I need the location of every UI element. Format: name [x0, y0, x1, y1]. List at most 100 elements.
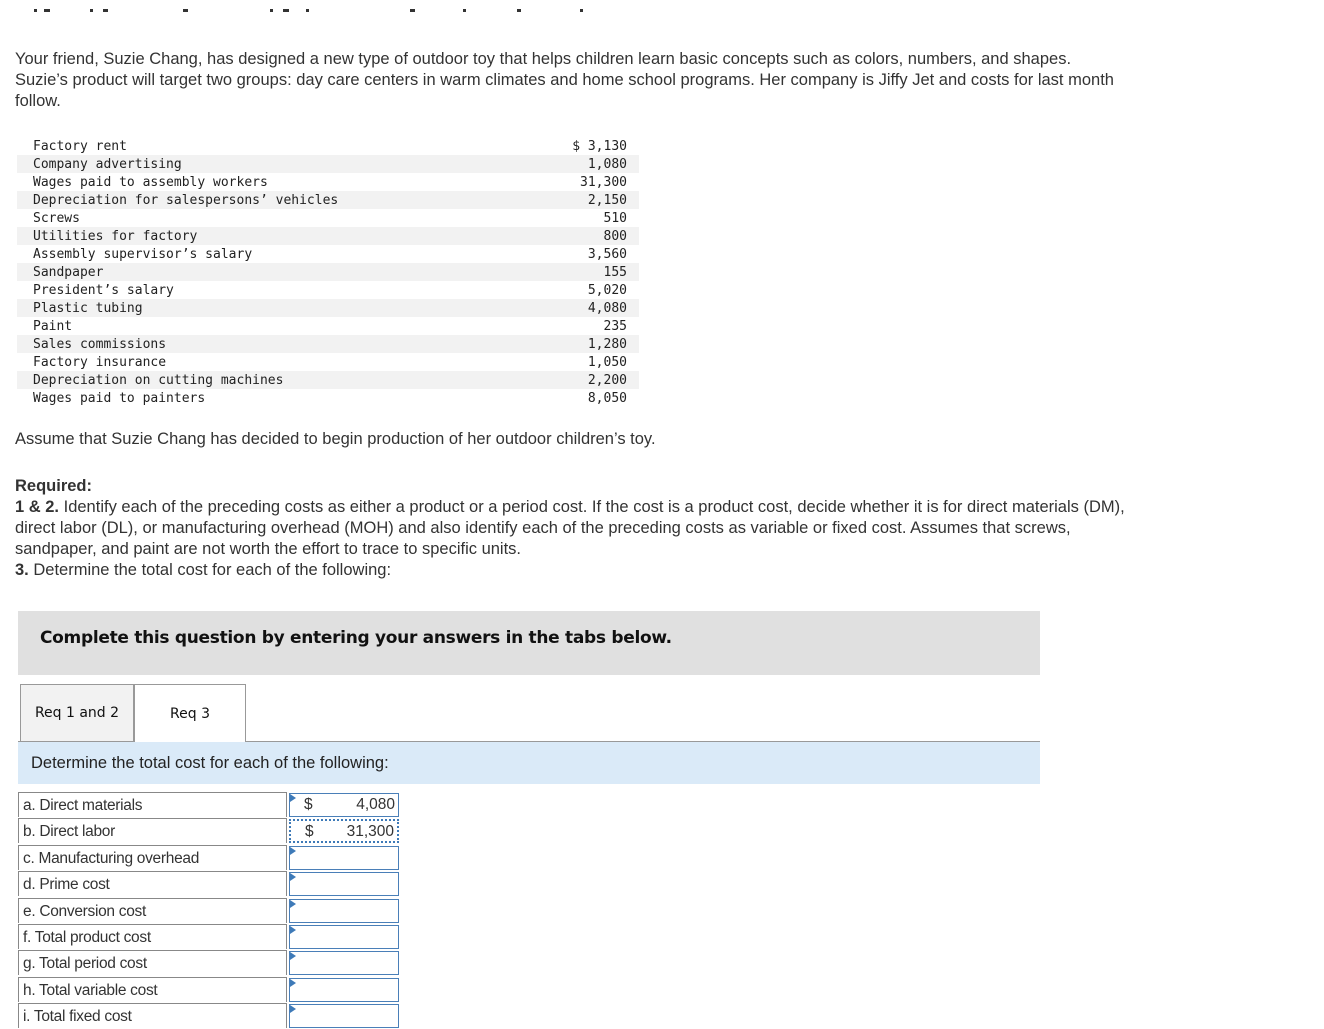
answer-row: d. Prime cost: [18, 871, 400, 897]
cost-amount: 3,560: [587, 246, 627, 262]
cost-row: Utilities for factory 800: [17, 227, 639, 245]
answer-row: h. Total variable cost: [18, 976, 400, 1003]
input-marker-icon: [290, 873, 296, 882]
cost-row: Factory insurance 1,050: [17, 353, 639, 371]
cost-item: Factory rent: [33, 138, 127, 154]
banner-text: Complete this question by entering your …: [40, 628, 672, 648]
cost-row: Depreciation on cutting machines 2,200: [17, 371, 639, 389]
req12-label: 1 & 2.: [15, 498, 60, 516]
cost-row: Plastic tubing 4,080: [17, 299, 639, 317]
answer-input[interactable]: [289, 1004, 399, 1029]
cost-amount: $ 3,130: [572, 138, 627, 154]
cost-amount: 1,050: [587, 354, 627, 370]
answer-input[interactable]: [289, 898, 399, 923]
answer-input[interactable]: [289, 845, 399, 870]
cost-row: Wages paid to painters 8,050: [17, 389, 639, 407]
answer-input[interactable]: [289, 977, 399, 1002]
cost-item: Sales commissions: [33, 336, 167, 352]
answer-row: c. Manufacturing overhead: [18, 844, 400, 871]
answer-row: e. Conversion cost: [18, 897, 400, 924]
answer-label: i. Total fixed cost: [18, 1003, 287, 1029]
cost-item: President’s salary: [33, 282, 174, 298]
instruction-text: Determine the total cost for each of the…: [31, 754, 389, 772]
input-marker-icon: [290, 899, 296, 908]
cost-row: Screws 510: [17, 209, 639, 227]
answer-value: 4,080: [356, 796, 395, 813]
input-marker-icon: [290, 926, 296, 934]
answer-row: a. Direct materials $ 4,080: [18, 792, 400, 818]
cost-row: Depreciation for salespersons’ vehicles 2…: [17, 191, 639, 209]
answer-row: f. Total product cost: [18, 924, 400, 950]
assumption-text: Assume that Suzie Chang has decided to b…: [15, 430, 656, 448]
answer-input[interactable]: [289, 925, 399, 949]
answer-label: e. Conversion cost: [18, 897, 287, 923]
answer-label: f. Total product cost: [18, 924, 287, 949]
cost-item: Depreciation on cutting machines: [33, 372, 284, 388]
problem-intro: Your friend, Suzie Chang, has designed a…: [15, 50, 1114, 110]
answer-label: d. Prime cost: [18, 871, 287, 897]
answer-input[interactable]: [289, 872, 399, 897]
req3-label: 3.: [15, 561, 29, 579]
req12-text: Identify each of the preceding costs as …: [15, 498, 1125, 558]
cost-item: Assembly supervisor’s salary: [33, 246, 253, 262]
input-marker-icon: [290, 1005, 296, 1014]
cost-row: Company advertising 1,080: [17, 155, 639, 173]
tab-instruction: Determine the total cost for each of the…: [18, 742, 1040, 784]
answer-label: a. Direct materials: [18, 792, 287, 817]
cost-item: Paint: [33, 318, 73, 334]
cost-item: Depreciation for salespersons’ vehicles: [33, 192, 339, 208]
cost-item: Factory insurance: [33, 354, 167, 370]
cost-row: Paint 235: [17, 317, 639, 335]
answer-input[interactable]: [289, 951, 399, 976]
tab-req-3[interactable]: Req 3: [134, 684, 246, 742]
cost-amount: 8,050: [587, 390, 627, 406]
input-marker-icon: [290, 846, 296, 855]
cost-row: President’s salary 5,020: [17, 281, 639, 299]
answer-row: g. Total period cost: [18, 950, 400, 976]
cost-item: Sandpaper: [33, 264, 104, 280]
currency-symbol: $: [305, 823, 314, 841]
answer-input[interactable]: $ 31,300: [289, 819, 399, 844]
cost-amount: 4,080: [587, 300, 627, 316]
cost-amount: 2,150: [587, 192, 627, 208]
cost-row: Wages paid to assembly workers 31,300: [17, 173, 639, 191]
required-section: Required: 1 & 2. Identify each of the pr…: [15, 476, 1130, 581]
tab-req-1-and-2[interactable]: Req 1 and 2: [20, 684, 134, 741]
input-marker-icon: [290, 978, 296, 987]
cost-item: Plastic tubing: [33, 300, 143, 316]
cost-amount: 5,020: [587, 282, 627, 298]
cost-amount: 1,080: [587, 156, 627, 172]
answer-label: b. Direct labor: [18, 818, 287, 844]
currency-symbol: $: [304, 796, 313, 813]
cost-row: Sales commissions 1,280: [17, 335, 639, 353]
answer-label: g. Total period cost: [18, 950, 287, 976]
cost-item: Wages paid to painters: [33, 390, 206, 406]
cost-amount: 1,280: [587, 336, 627, 352]
answer-label: c. Manufacturing overhead: [18, 844, 287, 870]
req3-text: Determine the total cost for each of the…: [28, 561, 392, 579]
input-marker-icon: [290, 794, 296, 802]
cost-amount: 31,300: [580, 174, 627, 190]
answer-row: b. Direct labor $ 31,300: [18, 818, 400, 844]
answer-label: h. Total variable cost: [18, 976, 287, 1002]
cost-amount: 235: [603, 318, 627, 334]
input-marker-icon: [290, 952, 296, 961]
cost-table: Factory rent $ 3,130 Company advertising 1,…: [17, 137, 639, 407]
required-heading: Required:: [15, 477, 93, 495]
requirement-tabs: Req 1 and 2 Req 3: [18, 684, 1040, 742]
answer-value: 31,300: [346, 823, 394, 841]
cost-item: Wages paid to assembly workers: [33, 174, 268, 190]
answer-input[interactable]: $ 4,080: [289, 793, 399, 817]
instructions-banner: Complete this question by entering your …: [18, 611, 1040, 675]
cost-amount: 800: [603, 228, 627, 244]
cost-row: Assembly supervisor’s salary 3,560: [17, 245, 639, 263]
cost-amount: 510: [603, 210, 627, 226]
cost-amount: 2,200: [587, 372, 627, 388]
cost-row: Factory rent $ 3,130: [17, 137, 639, 155]
cost-row: Sandpaper 155: [17, 263, 639, 281]
answer-row: i. Total fixed cost: [18, 1003, 400, 1029]
cost-item: Screws: [33, 210, 80, 226]
cost-amount: 155: [603, 264, 627, 280]
cropped-previous-text: [0, 0, 1324, 14]
cost-item: Utilities for factory: [33, 228, 198, 244]
